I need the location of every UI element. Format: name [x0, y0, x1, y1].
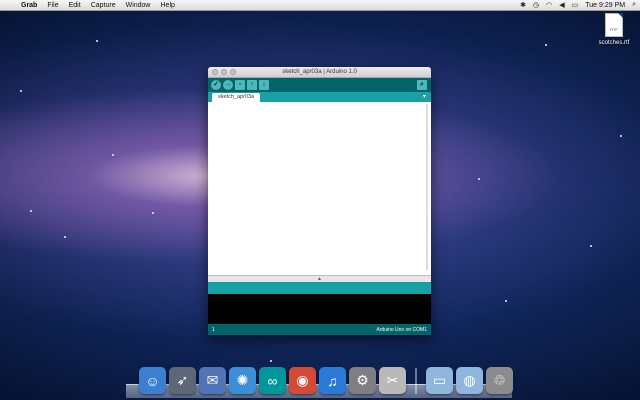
window-titlebar[interactable]: sketch_apr03a | Arduino 1.0 [208, 67, 431, 78]
arduino-toolbar: ✓ → ▫ ↑ ↓ ⌕ [208, 78, 431, 92]
volume-icon[interactable]: ◀ [559, 1, 564, 9]
spotlight-search-icon[interactable]: ⌕ [632, 1, 636, 9]
board-port-label: Arduino Uno on COM1 [376, 326, 427, 333]
save-sketch-button[interactable]: ↓ [259, 80, 269, 90]
window-title: sketch_apr03a | Arduino 1.0 [282, 69, 357, 75]
pane-divider[interactable]: ▲ [208, 275, 431, 282]
desktop-file[interactable]: RTF scotches.rtf [596, 13, 632, 46]
clock[interactable]: Tue 9:29 PM [585, 2, 625, 9]
menu-app-grab[interactable]: Grab [16, 2, 42, 9]
message-area [208, 282, 431, 294]
dock-downloads-folder-icon[interactable]: ◍ [456, 367, 483, 394]
dock-itunes-icon[interactable]: ♫ [319, 367, 346, 394]
console-output[interactable] [208, 294, 431, 324]
dock-launchpad-icon[interactable]: ➶ [169, 367, 196, 394]
document-extension: RTF [610, 27, 618, 32]
tab-menu-icon[interactable]: ▾ [423, 93, 426, 100]
tab-sketch[interactable]: sketch_apr03a [212, 93, 261, 102]
arduino-window: sketch_apr03a | Arduino 1.0 ✓ → ▫ ↑ ↓ ⌕ … [208, 67, 431, 335]
bluetooth-icon[interactable]: ✱ [520, 1, 526, 9]
dock-finder-icon[interactable]: ☺ [139, 367, 166, 394]
dock-applications-folder-icon[interactable]: ▭ [426, 367, 453, 394]
verify-button[interactable]: ✓ [211, 80, 221, 90]
dock: ☺ ➶ ✉ ✺ ∞ ◉ ♫ ⚙ ✂ ▭ ◍ ♲ [139, 362, 513, 394]
menu-window[interactable]: Window [121, 2, 156, 9]
desktop-file-label: scotches.rtf [598, 40, 630, 46]
dock-system-preferences-icon[interactable]: ⚙ [349, 367, 376, 394]
status-area: ✱ ◷ ◠ ◀ ▭ Tue 9:29 PM ⌕ [520, 1, 640, 9]
battery-icon[interactable]: ▭ [572, 1, 579, 9]
menu-edit[interactable]: Edit [64, 2, 86, 9]
dock-arduino-icon[interactable]: ∞ [259, 367, 286, 394]
upload-button[interactable]: → [223, 80, 233, 90]
line-number: 1 [212, 326, 215, 333]
editor-scrollbar[interactable] [426, 104, 428, 270]
dock-mail-icon[interactable]: ✉ [199, 367, 226, 394]
dock-chrome-icon[interactable]: ◉ [289, 367, 316, 394]
tab-bar: sketch_apr03a ▾ [208, 92, 431, 102]
dock-trash-icon[interactable]: ♲ [486, 367, 513, 394]
dock-grab-icon[interactable]: ✂ [379, 367, 406, 394]
menu-capture[interactable]: Capture [86, 2, 121, 9]
document-icon: RTF [605, 13, 623, 37]
wifi-icon[interactable]: ◠ [546, 1, 552, 9]
menu-bar: Grab File Edit Capture Window Help ✱ ◷ ◠… [0, 0, 640, 11]
serial-monitor-button[interactable]: ⌕ [417, 80, 427, 90]
dock-separator [415, 368, 417, 394]
new-sketch-button[interactable]: ▫ [235, 80, 245, 90]
menu-help[interactable]: Help [156, 2, 180, 9]
dock-safari-icon[interactable]: ✺ [229, 367, 256, 394]
open-sketch-button[interactable]: ↑ [247, 80, 257, 90]
time-machine-icon[interactable]: ◷ [533, 1, 539, 9]
status-bar: 1 Arduino Uno on COM1 [208, 324, 431, 335]
menu-file[interactable]: File [42, 2, 63, 9]
